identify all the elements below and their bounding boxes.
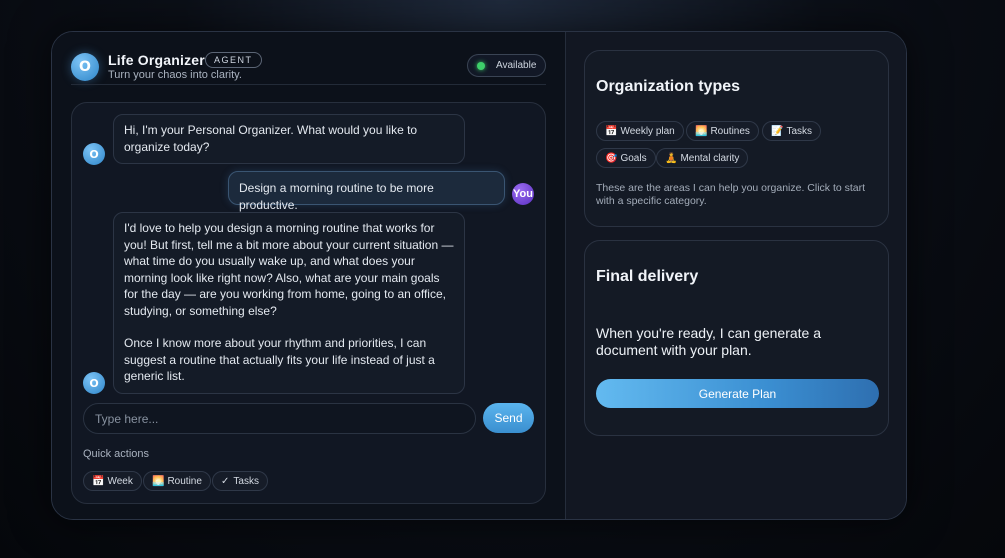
agent-message-paragraph: I'd love to help you design a morning ro… bbox=[124, 221, 454, 318]
agent-avatar: O bbox=[71, 53, 99, 81]
target-icon: 🎯 bbox=[605, 152, 618, 164]
quick-action-label: Week bbox=[107, 475, 133, 487]
status-dot-icon bbox=[477, 61, 485, 70]
memo-icon: 📝 bbox=[771, 125, 784, 137]
quick-action-week[interactable]: 📅 Week bbox=[83, 471, 142, 491]
final-delivery-text: When you're ready, I can generate a docu… bbox=[596, 325, 821, 358]
calendar-icon: 📅 bbox=[605, 125, 618, 137]
org-type-label: Goals bbox=[620, 152, 647, 164]
app-subtitle: Turn your chaos into clarity. bbox=[108, 69, 242, 81]
final-delivery-card: Final delivery When you're ready, I can … bbox=[584, 240, 889, 436]
agent-message: I'd love to help you design a morning ro… bbox=[113, 212, 465, 394]
quick-action-routine[interactable]: 🌅 Routine bbox=[143, 471, 211, 491]
organization-types-title: Organization types bbox=[596, 78, 741, 95]
meditation-icon: 🧘 bbox=[665, 152, 678, 164]
calendar-icon: 📅 bbox=[92, 475, 105, 487]
chat-card: O Hi, I'm your Personal Organizer. What … bbox=[71, 102, 546, 504]
quick-actions-label: Quick actions bbox=[83, 448, 150, 460]
checkmark-icon: ✓ bbox=[221, 475, 230, 487]
sunrise-icon: 🌅 bbox=[152, 475, 165, 487]
app-window: O Life Organizer AGENT Turn your chaos i… bbox=[51, 31, 907, 520]
org-type-label: Routines bbox=[710, 125, 750, 137]
org-type-label: Tasks bbox=[786, 125, 813, 137]
chat-input[interactable] bbox=[83, 403, 476, 434]
final-delivery-title: Final delivery bbox=[596, 268, 699, 285]
org-type-mental-clarity[interactable]: 🧘 Mental clarity bbox=[656, 148, 749, 168]
agent-message-avatar: O bbox=[83, 143, 105, 165]
agent-message-paragraph: Once I know more about your rhythm and p… bbox=[124, 336, 435, 383]
agent-badge: AGENT bbox=[205, 52, 262, 68]
chat-pane: O Life Organizer AGENT Turn your chaos i… bbox=[52, 32, 565, 519]
agent-message: Hi, I'm your Personal Organizer. What wo… bbox=[113, 114, 465, 164]
org-type-goals[interactable]: 🎯 Goals bbox=[596, 148, 656, 168]
sunrise-icon: 🌅 bbox=[695, 125, 708, 137]
org-type-label: Mental clarity bbox=[680, 152, 740, 164]
org-type-weekly-plan[interactable]: 📅 Weekly plan bbox=[596, 121, 684, 141]
header-divider bbox=[71, 84, 546, 85]
organization-types-card: Organization types 📅 Weekly plan 🌅 Routi… bbox=[584, 50, 889, 227]
agent-message-avatar: O bbox=[83, 372, 105, 394]
status-label: Available bbox=[496, 60, 537, 71]
generate-plan-button[interactable]: Generate Plan bbox=[596, 379, 879, 408]
quick-action-label: Tasks bbox=[233, 475, 259, 487]
organization-types-description: These are the areas I can help you organ… bbox=[596, 182, 866, 207]
user-avatar: You bbox=[512, 183, 534, 205]
app-title: Life Organizer bbox=[108, 52, 205, 68]
status-badge: Available bbox=[467, 54, 546, 77]
send-button[interactable]: Send bbox=[483, 403, 534, 433]
org-type-tasks[interactable]: 📝 Tasks bbox=[762, 121, 822, 141]
quick-action-tasks[interactable]: ✓ Tasks bbox=[212, 471, 268, 491]
user-message: Design a morning routine to be more prod… bbox=[228, 171, 505, 212]
org-type-label: Weekly plan bbox=[620, 125, 675, 137]
quick-action-label: Routine bbox=[167, 475, 202, 487]
org-type-routines[interactable]: 🌅 Routines bbox=[686, 121, 759, 141]
info-pane: Organization types 📅 Weekly plan 🌅 Routi… bbox=[565, 32, 906, 519]
